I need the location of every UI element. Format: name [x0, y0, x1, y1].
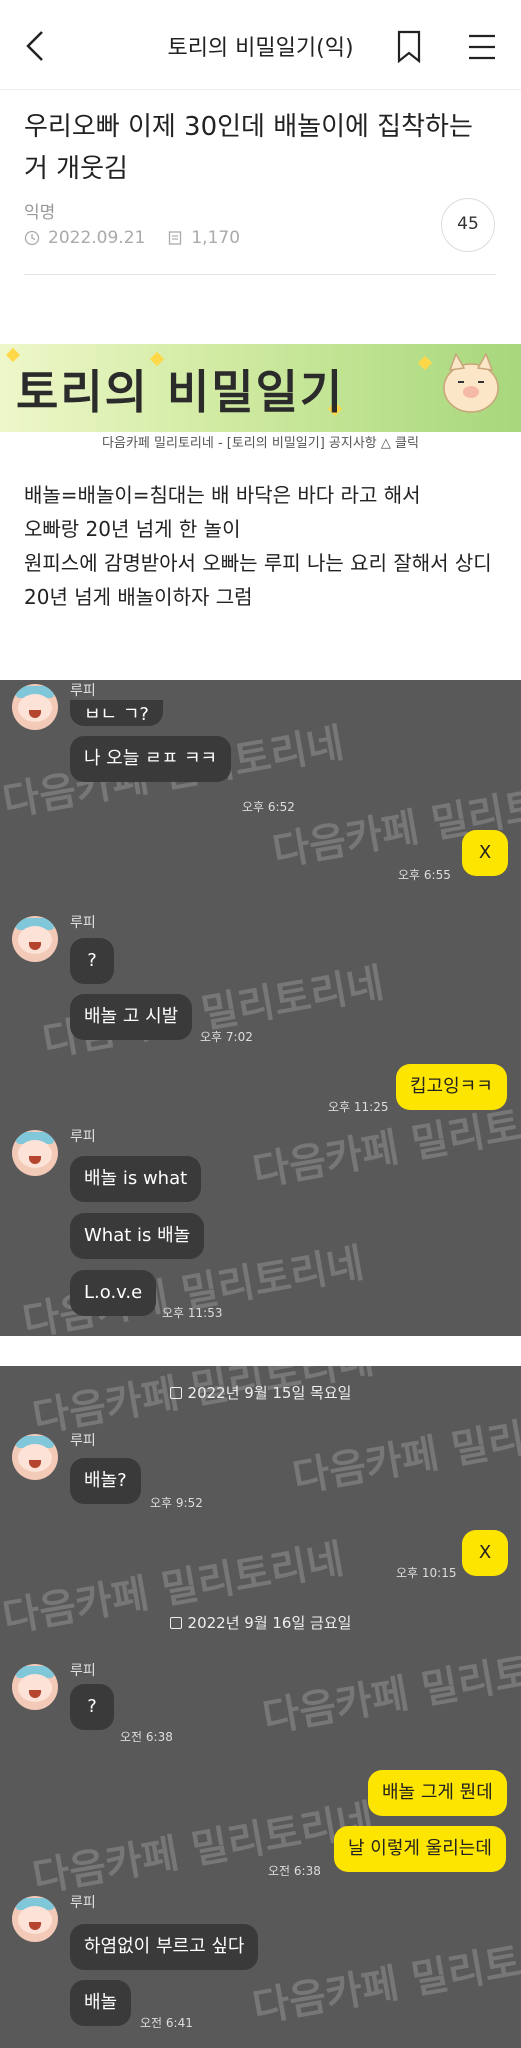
message-time: 오전 6:38	[120, 1730, 173, 1744]
post-body: 배놀=배놀이=침대는 배 바닥은 바다 라고 해서 오빠랑 20년 넘게 한 놀…	[24, 478, 502, 614]
top-bar: 토리의 비밀일기(익)	[0, 0, 521, 90]
my-message-bubble: 배놀 그게 뭔데	[368, 1770, 507, 1816]
sender-name: 루피	[70, 1433, 96, 1449]
message-bubble: 나 오늘 ㄹㅍ ㅋㅋ	[70, 736, 232, 782]
sender-name: 루피	[70, 1895, 96, 1911]
post-date: 2022.09.21	[48, 228, 146, 248]
message-bubble: 배놀 고 시발	[70, 994, 193, 1040]
calendar-icon	[169, 1617, 182, 1629]
banner-notice-link[interactable]: 다음카페 밀리토리네 - [토리의 비밀일기] 공지사항 △ 클릭	[0, 432, 521, 454]
message-bubble: 배놀	[70, 1980, 132, 2026]
chat-screenshot-1: 다음카페 밀리토리네 다음카페 밀리토리네 다음카페 밀리토리네 다음카페 밀리…	[0, 680, 521, 1336]
divider	[24, 274, 496, 275]
comment-count-button[interactable]: 45	[441, 198, 495, 252]
message-bubble: ㅂㄴ ㄱ?	[70, 700, 163, 726]
separator	[0, 1336, 521, 1366]
message-bubble: ?	[70, 938, 114, 984]
my-message-bubble: X	[462, 830, 508, 876]
body-line: 20년 넘게 배놀이하자 그럼	[24, 585, 253, 609]
avatar[interactable]	[12, 1130, 58, 1176]
message-time: 오전 6:38	[268, 1864, 321, 1878]
view-count-icon	[169, 231, 182, 245]
sender-name: 루피	[70, 683, 96, 699]
date-separator: 2022년 9월 15일 목요일	[0, 1382, 521, 1403]
clock-icon	[24, 230, 40, 246]
body-line: 원피스에 감명받아서 오빠는 루피 나는 요리 잘해서 상디	[24, 551, 492, 575]
banner-title: 토리의 비밀일기	[16, 365, 345, 419]
sender-name: 루피	[70, 1129, 96, 1145]
message-bubble: 하염없이 부르고 싶다	[70, 1924, 259, 1970]
date-text: 2022년 9월 15일 목요일	[187, 1384, 352, 1402]
avatar[interactable]	[12, 1664, 58, 1710]
cafe-banner[interactable]: 토리의 비밀일기	[0, 344, 521, 432]
pig-mascot-icon	[443, 352, 499, 413]
bookmark-icon[interactable]	[396, 30, 422, 64]
message-time: 오후 11:25	[328, 1100, 389, 1114]
watermark: 다음카페 밀리토리네	[289, 1396, 521, 1502]
watermark: 다음카페 밀리토리네	[249, 1926, 521, 2032]
message-bubble: 배놀?	[70, 1458, 141, 1504]
message-time: 오후 9:52	[150, 1496, 203, 1510]
hamburger-menu-icon[interactable]	[467, 33, 497, 61]
watermark: 다음카페 밀리토리네	[259, 1636, 521, 1742]
message-bubble: L.o.v.e	[70, 1270, 157, 1316]
message-bubble: ?	[70, 1684, 114, 1730]
cafe-title[interactable]: 토리의 비밀일기(익)	[0, 30, 521, 62]
watermark: 다음카페 밀리토리네	[29, 1796, 378, 1902]
message-time: 오후 7:02	[200, 1030, 253, 1044]
message-time: 오후 11:53	[162, 1306, 223, 1320]
message-time: 오후 10:15	[396, 1566, 457, 1580]
message-time: 오후 6:52	[242, 800, 295, 814]
avatar[interactable]	[12, 1896, 58, 1942]
message-time: 오후 6:55	[398, 868, 451, 882]
message-bubble: 배놀 is what	[70, 1156, 202, 1202]
body-line: 배놀=배놀이=침대는 배 바닥은 바다 라고 해서	[24, 483, 421, 507]
date-separator: 2022년 9월 16일 금요일	[0, 1612, 521, 1633]
avatar[interactable]	[12, 684, 58, 730]
my-message-bubble: 킵고잉ㅋㅋ	[396, 1064, 507, 1110]
post-views: 1,170	[191, 228, 241, 248]
sender-name: 루피	[70, 1663, 96, 1679]
date-text: 2022년 9월 16일 금요일	[187, 1614, 352, 1632]
message-time: 오전 6:41	[140, 2016, 193, 2030]
calendar-icon	[169, 1387, 182, 1399]
post-author[interactable]: 익명	[24, 198, 55, 223]
post-title: 우리오빠 이제 30인데 배놀이에 집착하는거 개웃김	[24, 112, 473, 184]
message-bubble: What is 배놀	[70, 1213, 205, 1259]
avatar[interactable]	[12, 916, 58, 962]
avatar[interactable]	[12, 1434, 58, 1480]
my-message-bubble: X	[462, 1530, 508, 1576]
post-meta: 2022.09.21 1,170	[24, 228, 240, 248]
chat-screenshot-2: 다음카페 밀리토리네 다음카페 밀리토리네 다음카페 밀리토리네 다음카페 밀리…	[0, 1366, 521, 2048]
sender-name: 루피	[70, 915, 96, 931]
body-line: 오빠랑 20년 넘게 한 놀이	[24, 517, 241, 541]
my-message-bubble: 날 이렇게 울리는데	[334, 1826, 506, 1872]
